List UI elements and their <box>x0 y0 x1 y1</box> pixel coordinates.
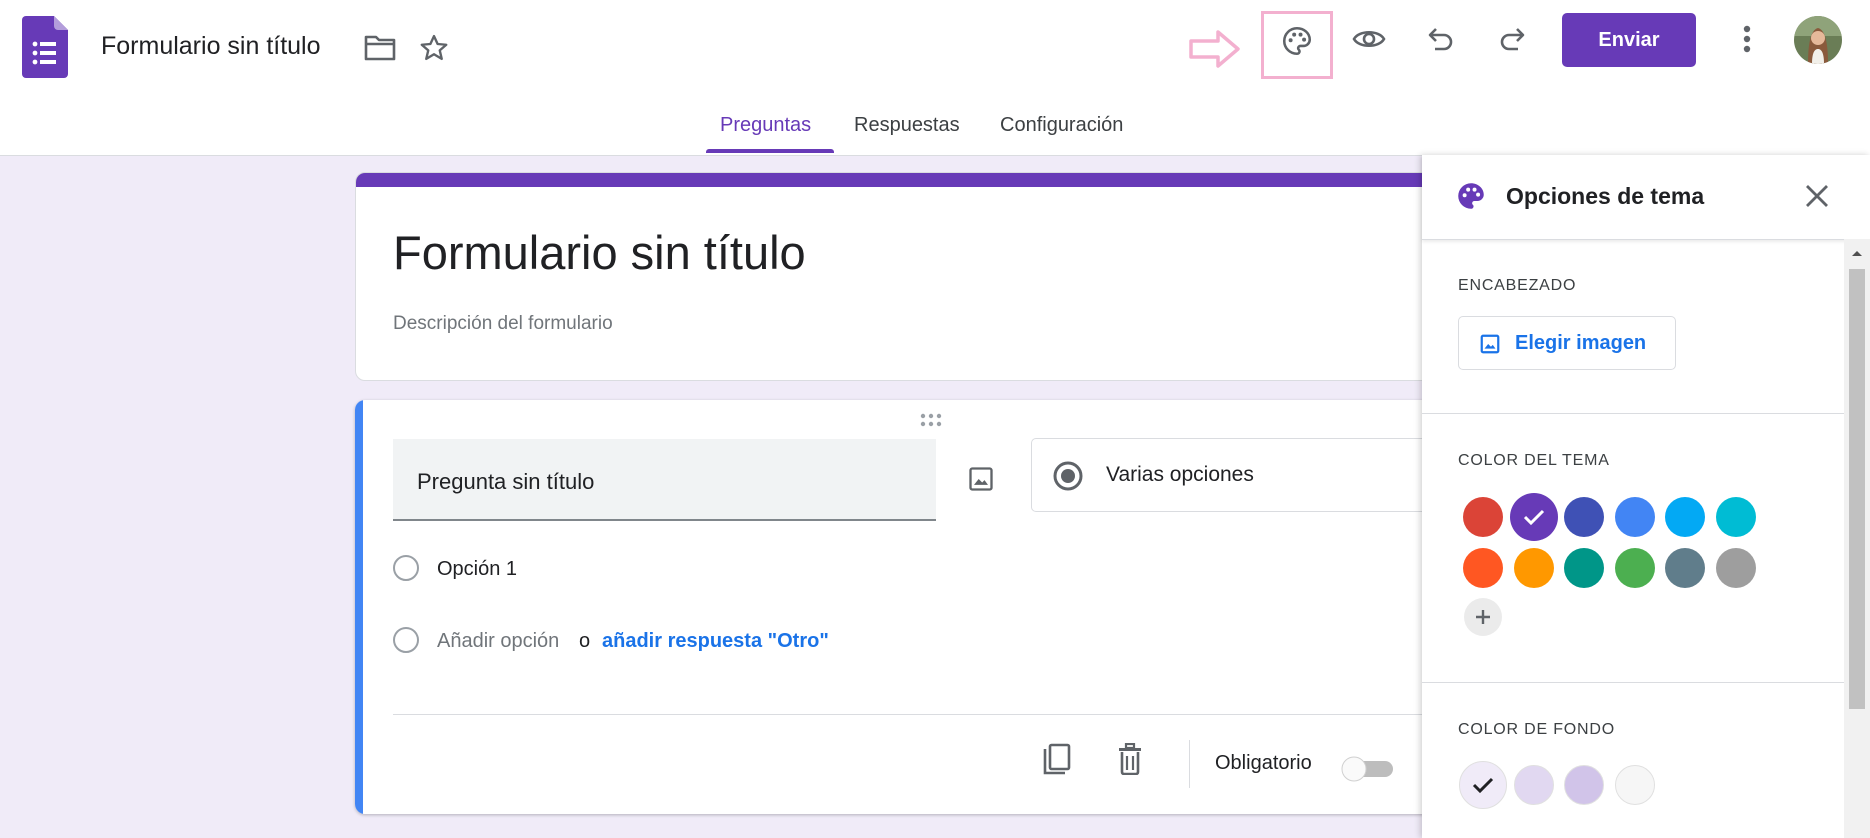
arrow-right-icon <box>1188 28 1242 70</box>
plus-icon <box>1476 610 1490 624</box>
question-footer-divider <box>393 714 1455 715</box>
section-divider <box>1422 413 1844 414</box>
add-option-link[interactable]: Añadir opción <box>437 630 559 653</box>
drag-handle-icon[interactable] <box>918 412 948 428</box>
question-type-label: Varias opciones <box>1106 463 1254 486</box>
question-type-dropdown[interactable]: Varias opciones <box>1031 438 1455 512</box>
undo-icon[interactable] <box>1417 15 1465 63</box>
form-title[interactable]: Formulario sin título <box>393 225 806 280</box>
check-icon <box>1523 509 1544 526</box>
question-title: Pregunta sin título <box>417 469 595 494</box>
panel-scrollbar[interactable] <box>1844 239 1870 838</box>
duplicate-icon[interactable] <box>1041 743 1073 777</box>
scroll-up-arrow-icon <box>1852 251 1862 256</box>
add-color-button[interactable] <box>1464 598 1502 636</box>
form-accent-bar <box>356 173 1454 187</box>
background-color-swatch[interactable] <box>1614 765 1655 805</box>
question-focus-bar <box>355 400 363 814</box>
star-icon[interactable] <box>410 24 458 72</box>
more-vert-icon[interactable] <box>1723 15 1771 63</box>
section-divider <box>1422 682 1844 683</box>
panel-title: Opciones de tema <box>1506 183 1705 209</box>
or-text: o <box>579 630 591 652</box>
app-header: Formulario sin título Enviar Preguntas R… <box>0 0 1870 156</box>
option-radio <box>393 555 419 581</box>
tab-settings[interactable]: Configuración <box>1000 114 1123 137</box>
question-card[interactable]: Pregunta sin título Varias opciones Opci… <box>355 400 1455 814</box>
theme-color-swatch[interactable] <box>1665 548 1705 588</box>
folder-icon[interactable] <box>356 24 404 72</box>
add-option-radio <box>393 627 419 653</box>
panel-header: Opciones de tema <box>1422 155 1870 240</box>
avatar[interactable] <box>1794 16 1842 64</box>
theme-color-swatch[interactable] <box>1463 497 1503 537</box>
palette-icon[interactable] <box>1273 17 1321 65</box>
choose-image-button[interactable]: Elegir imagen <box>1458 316 1676 370</box>
theme-color-section-label: COLOR DEL TEMA <box>1458 452 1610 469</box>
eye-icon[interactable] <box>1345 15 1393 63</box>
option-1-label[interactable]: Opción 1 <box>437 558 517 581</box>
theme-color-swatch[interactable] <box>1509 493 1558 541</box>
required-label: Obligatorio <box>1215 752 1312 774</box>
background-color-section-label: COLOR DE FONDO <box>1458 721 1615 738</box>
question-title-input[interactable]: Pregunta sin título <box>393 439 936 521</box>
add-other-link[interactable]: añadir respuesta "Otro" <box>602 630 829 653</box>
send-button[interactable]: Enviar <box>1562 13 1696 67</box>
theme-color-swatch[interactable] <box>1513 548 1554 588</box>
theme-options-panel: Opciones de tema ENCABEZADO Elegir image… <box>1422 155 1870 838</box>
image-icon[interactable] <box>958 456 1004 502</box>
app-title[interactable]: Formulario sin título <box>101 32 321 61</box>
theme-color-swatch[interactable] <box>1564 548 1604 588</box>
active-tab-indicator <box>706 149 834 153</box>
background-color-swatch[interactable] <box>1564 765 1604 805</box>
tab-responses[interactable]: Respuestas <box>854 114 960 137</box>
tab-questions[interactable]: Preguntas <box>720 114 811 137</box>
close-icon[interactable] <box>1804 183 1830 209</box>
theme-color-swatch[interactable] <box>1614 497 1655 537</box>
header-section-label: ENCABEZADO <box>1458 277 1577 294</box>
theme-color-swatch[interactable] <box>1614 548 1655 588</box>
check-icon <box>1472 777 1494 794</box>
radio-checked-icon <box>1052 460 1084 492</box>
palette-icon <box>1454 179 1488 213</box>
background-color-swatch[interactable] <box>1459 761 1507 809</box>
form-title-card: Formulario sin título Descripción del fo… <box>355 172 1455 381</box>
background-color-swatch[interactable] <box>1513 765 1554 805</box>
panel-scroll-thumb[interactable] <box>1849 269 1865 709</box>
choose-image-label: Elegir imagen <box>1515 332 1647 354</box>
theme-color-swatch[interactable] <box>1715 497 1756 537</box>
required-toggle[interactable] <box>1339 754 1393 784</box>
footer-vertical-divider <box>1189 740 1190 788</box>
theme-color-swatch[interactable] <box>1564 497 1604 537</box>
form-description[interactable]: Descripción del formulario <box>393 313 613 335</box>
theme-color-swatch[interactable] <box>1463 548 1503 588</box>
image-icon <box>1479 333 1501 355</box>
theme-color-swatch[interactable] <box>1715 548 1756 588</box>
theme-color-swatch[interactable] <box>1665 497 1705 537</box>
forms-logo-icon[interactable] <box>22 16 68 78</box>
delete-icon[interactable] <box>1116 743 1144 775</box>
redo-icon[interactable] <box>1488 15 1536 63</box>
